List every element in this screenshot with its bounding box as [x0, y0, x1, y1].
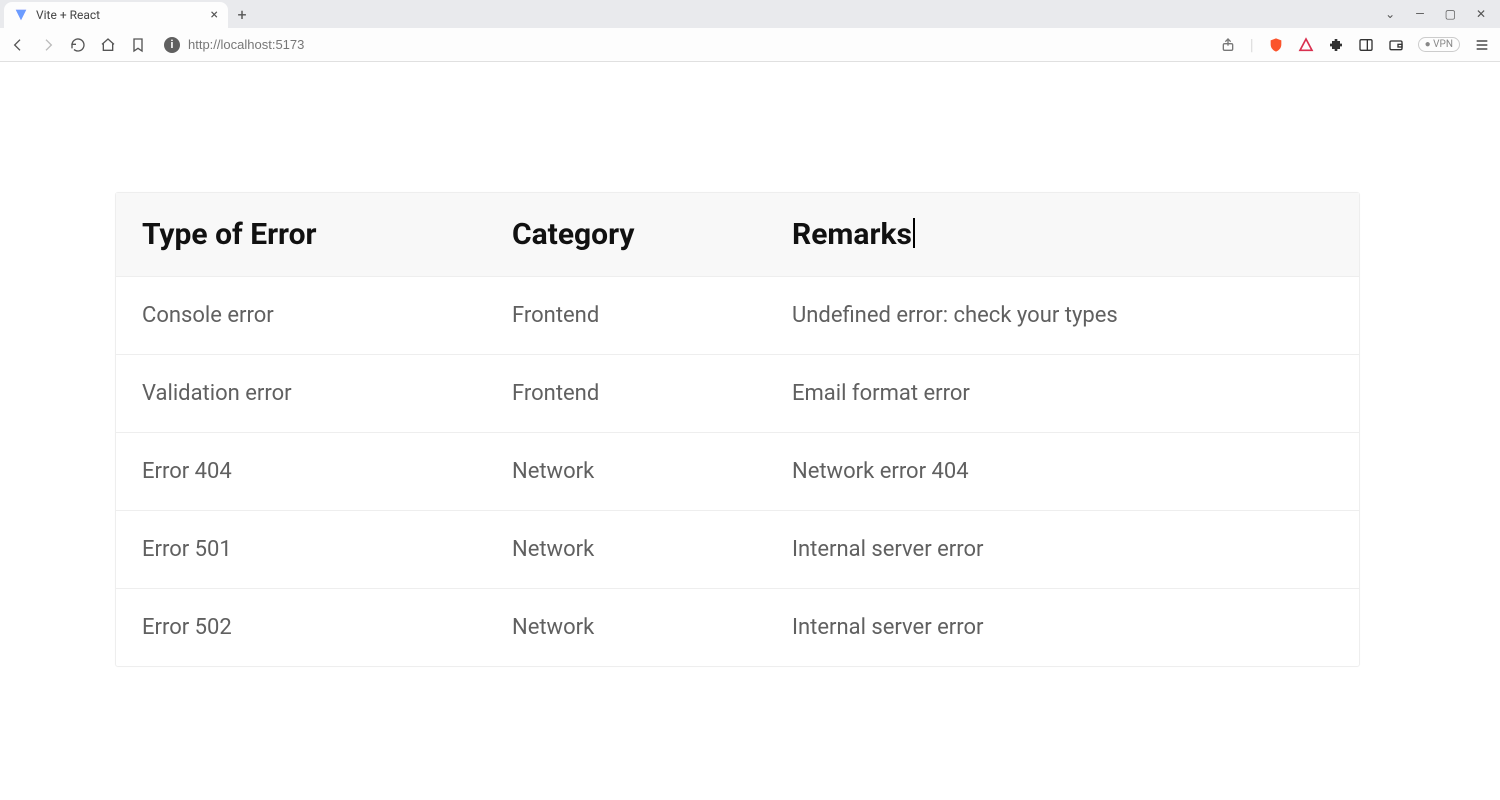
cell-remarks: Internal server error: [792, 615, 1333, 640]
site-info-icon[interactable]: i: [164, 37, 180, 53]
extensions-icon[interactable]: [1328, 37, 1344, 53]
tab-title: Vite + React: [36, 8, 203, 22]
browser-titlebar: Vite + React × + ⌄ — ▢ ✕: [0, 0, 1500, 28]
toolbar-right: | ● VPN: [1220, 35, 1490, 54]
cell-remarks: Email format error: [792, 381, 1333, 406]
address-bar[interactable]: i http://localhost:5173: [158, 37, 1208, 53]
back-icon[interactable]: [10, 37, 26, 53]
url-text: http://localhost:5173: [188, 37, 304, 52]
page-content: Type of Error Category Remarks Console e…: [0, 62, 1500, 707]
cell-remarks: Internal server error: [792, 537, 1333, 562]
vite-favicon-icon: [14, 8, 28, 22]
share-icon[interactable]: [1220, 37, 1236, 53]
brave-rewards-icon[interactable]: [1298, 37, 1314, 53]
nav-buttons: [10, 37, 146, 53]
menu-icon[interactable]: [1474, 37, 1490, 53]
table-row: Error 404 Network Network error 404: [116, 432, 1359, 510]
table-row: Console error Frontend Undefined error: …: [116, 276, 1359, 354]
table-row: Validation error Frontend Email format e…: [116, 354, 1359, 432]
cell-category: Frontend: [512, 303, 792, 328]
sidepanel-icon[interactable]: [1358, 37, 1374, 53]
cell-type: Error 404: [142, 459, 512, 484]
cell-category: Frontend: [512, 381, 792, 406]
error-table: Type of Error Category Remarks Console e…: [115, 192, 1360, 667]
forward-icon[interactable]: [40, 37, 56, 53]
header-type: Type of Error: [142, 217, 512, 252]
reload-icon[interactable]: [70, 37, 86, 53]
cell-category: Network: [512, 459, 792, 484]
cell-type: Validation error: [142, 381, 512, 406]
wallet-icon[interactable]: [1388, 37, 1404, 53]
cell-remarks: Undefined error: check your types: [792, 303, 1333, 328]
table-header-row: Type of Error Category Remarks: [116, 193, 1359, 276]
vpn-badge[interactable]: ● VPN: [1418, 37, 1460, 52]
browser-tab[interactable]: Vite + React ×: [4, 2, 228, 28]
cell-remarks: Network error 404: [792, 459, 1333, 484]
window-controls: ⌄ — ▢ ✕: [1385, 0, 1500, 28]
close-tab-icon[interactable]: ×: [211, 8, 218, 22]
header-category: Category: [512, 217, 792, 252]
browser-toolbar: i http://localhost:5173 | ● VPN: [0, 28, 1500, 62]
cell-type: Console error: [142, 303, 512, 328]
brave-shield-icon[interactable]: [1268, 37, 1284, 53]
header-remarks: Remarks: [792, 217, 1333, 252]
cell-category: Network: [512, 615, 792, 640]
cell-type: Error 501: [142, 537, 512, 562]
tabs-dropdown-icon[interactable]: ⌄: [1385, 7, 1395, 21]
bookmark-icon[interactable]: [130, 37, 146, 53]
minimize-icon[interactable]: —: [1415, 7, 1424, 21]
close-window-icon[interactable]: ✕: [1476, 7, 1486, 21]
table-row: Error 501 Network Internal server error: [116, 510, 1359, 588]
cell-category: Network: [512, 537, 792, 562]
cell-type: Error 502: [142, 615, 512, 640]
maximize-icon[interactable]: ▢: [1445, 7, 1456, 21]
home-icon[interactable]: [100, 37, 116, 53]
new-tab-button[interactable]: +: [228, 0, 256, 28]
table-row: Error 502 Network Internal server error: [116, 588, 1359, 666]
separator: |: [1250, 35, 1254, 54]
